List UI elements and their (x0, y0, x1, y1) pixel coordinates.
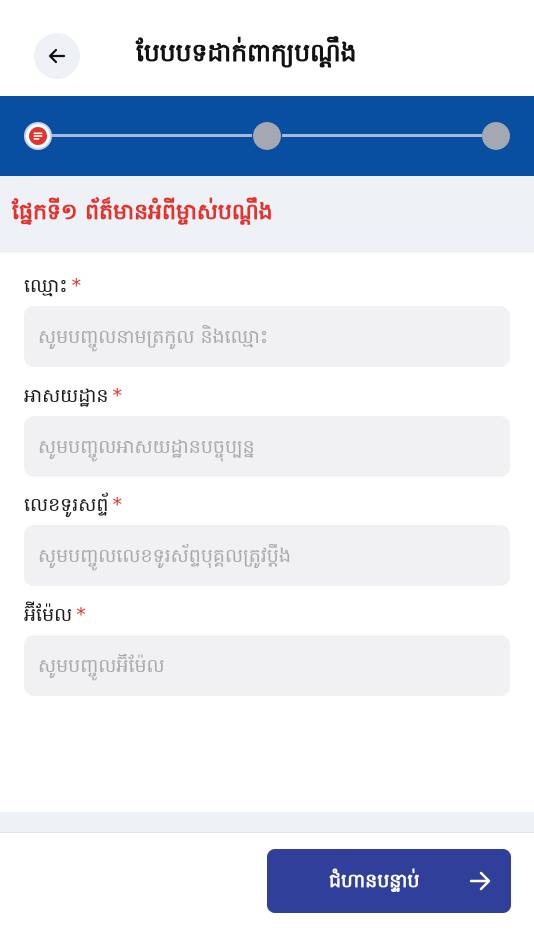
next-step-button[interactable]: ជំហានបន្ទាប់ (267, 849, 511, 913)
phone-input[interactable] (24, 525, 510, 586)
arrow-right-icon (469, 871, 491, 891)
phone-label: លេខទូរសព្ទ័ * (24, 493, 122, 521)
step-2-indicator (253, 122, 281, 150)
section-title: ផ្នែកទី១ ព័ត៏មានអំពីម្ចាស់បណ្តឹង (12, 200, 273, 225)
step-connector-2 (282, 134, 482, 137)
address-input[interactable] (24, 416, 510, 477)
list-icon (29, 127, 47, 145)
name-label: ឈ្មោះ * (24, 274, 81, 302)
footer-divider (0, 832, 534, 833)
step-1-indicator (24, 122, 52, 150)
email-input[interactable] (24, 635, 510, 696)
app-header: បែបបទដាក់ពាក្យបណ្តឹង (0, 0, 534, 96)
address-label-text: អាសយដ្ឋាន (24, 385, 109, 407)
required-mark: * (71, 275, 82, 297)
email-label-text: អ៊ីម៉ែល (24, 604, 73, 626)
page-title: បែបបទដាក់ពាក្យបណ្តឹង (136, 38, 357, 67)
address-label: អាសយដ្ឋាន * (24, 384, 122, 412)
back-button[interactable] (34, 33, 80, 79)
required-mark: * (112, 494, 122, 516)
step-connector-1 (52, 134, 252, 137)
email-label: អ៊ីម៉ែល * (24, 603, 86, 631)
footer-separator (0, 812, 534, 832)
phone-label-text: លេខទូរសព្ទ័ (24, 494, 109, 516)
required-mark: * (76, 604, 86, 626)
name-input[interactable] (24, 306, 510, 367)
required-mark: * (112, 385, 122, 407)
name-label-text: ឈ្មោះ (24, 275, 68, 297)
next-step-label: ជំហានបន្ទាប់ (329, 870, 420, 892)
step-3-indicator (482, 122, 510, 150)
arrow-left-icon (48, 48, 66, 64)
section-header: ផ្នែកទី១ ព័ត៏មានអំពីម្ចាស់បណ្តឹង (0, 176, 534, 253)
